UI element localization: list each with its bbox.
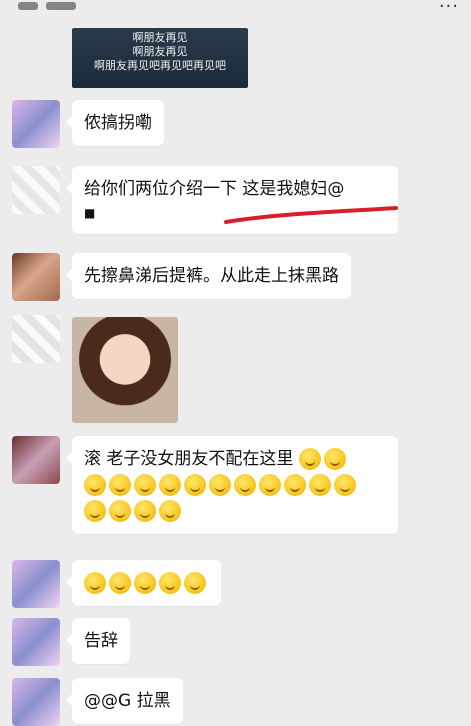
video-caption-line: 啊朋友再见吧再见吧再见吧 xyxy=(94,59,226,72)
message-bubble[interactable]: 侬搞拐嘞 xyxy=(66,100,164,146)
more-dots-icon[interactable]: ··· xyxy=(439,0,459,17)
status-mark xyxy=(18,2,38,10)
smile-emoji-icon xyxy=(159,474,181,496)
message-bubble[interactable]: 告辞 xyxy=(66,618,130,664)
smile-emoji-icon xyxy=(84,500,106,522)
smile-emoji-icon xyxy=(298,448,321,470)
sticker-image[interactable] xyxy=(72,317,178,423)
message-bubble[interactable]: @@G 拉黑 xyxy=(66,678,183,724)
smile-emoji-icon xyxy=(109,572,131,594)
message-bubble[interactable]: 滚 老子没女朋友不配在这里 xyxy=(66,436,398,534)
avatar[interactable] xyxy=(12,678,60,726)
smile-emoji-icon xyxy=(84,572,106,594)
smile-emoji-icon xyxy=(184,474,206,496)
smile-emoji-icon xyxy=(134,572,156,594)
red-underline-annotation xyxy=(224,206,398,224)
video-caption-line: 啊朋友再见 xyxy=(132,31,188,44)
avatar[interactable] xyxy=(12,315,60,363)
message-text: 先擦鼻涕后提裤。从此走上抹黑路 xyxy=(84,266,339,286)
smile-emoji-icon xyxy=(184,572,206,594)
message-bubble[interactable]: 先擦鼻涕后提裤。从此走上抹黑路 xyxy=(66,253,351,299)
smile-emoji-icon xyxy=(159,500,181,522)
status-mark xyxy=(46,2,76,10)
avatar[interactable] xyxy=(12,560,60,608)
avatar[interactable] xyxy=(12,618,60,666)
smile-emoji-icon xyxy=(109,474,131,496)
smile-emoji-icon xyxy=(284,474,306,496)
smile-emoji-icon xyxy=(309,474,331,496)
avatar[interactable] xyxy=(12,436,60,484)
smile-emoji-icon xyxy=(84,474,106,496)
smile-emoji-icon xyxy=(109,500,131,522)
message-text: 告辞 xyxy=(84,631,118,651)
smile-emoji-icon xyxy=(134,474,156,496)
message-bubble[interactable] xyxy=(66,560,221,606)
smile-emoji-icon xyxy=(323,448,346,470)
message-text: @@G 拉黑 xyxy=(84,691,171,711)
message-text: 滚 老子没女朋友不配在这里 xyxy=(84,449,294,469)
video-caption-line: 啊朋友再见 xyxy=(132,45,188,58)
message-text: 侬搞拐嘞 xyxy=(84,113,152,133)
video-message-card[interactable]: 啊朋友再见 啊朋友再见 啊朋友再见吧再见吧再见吧 xyxy=(72,28,248,88)
smile-emoji-icon xyxy=(334,474,356,496)
message-text: 给你们两位介绍一下 这是我媳妇@ xyxy=(84,179,345,199)
smile-emoji-icon xyxy=(159,572,181,594)
smile-emoji-icon xyxy=(209,474,231,496)
smile-emoji-icon xyxy=(259,474,281,496)
avatar[interactable] xyxy=(12,100,60,148)
smile-emoji-icon xyxy=(134,500,156,522)
smile-emoji-icon xyxy=(234,474,256,496)
top-bar: ··· xyxy=(0,0,471,22)
avatar[interactable] xyxy=(12,253,60,301)
avatar[interactable] xyxy=(12,166,60,214)
